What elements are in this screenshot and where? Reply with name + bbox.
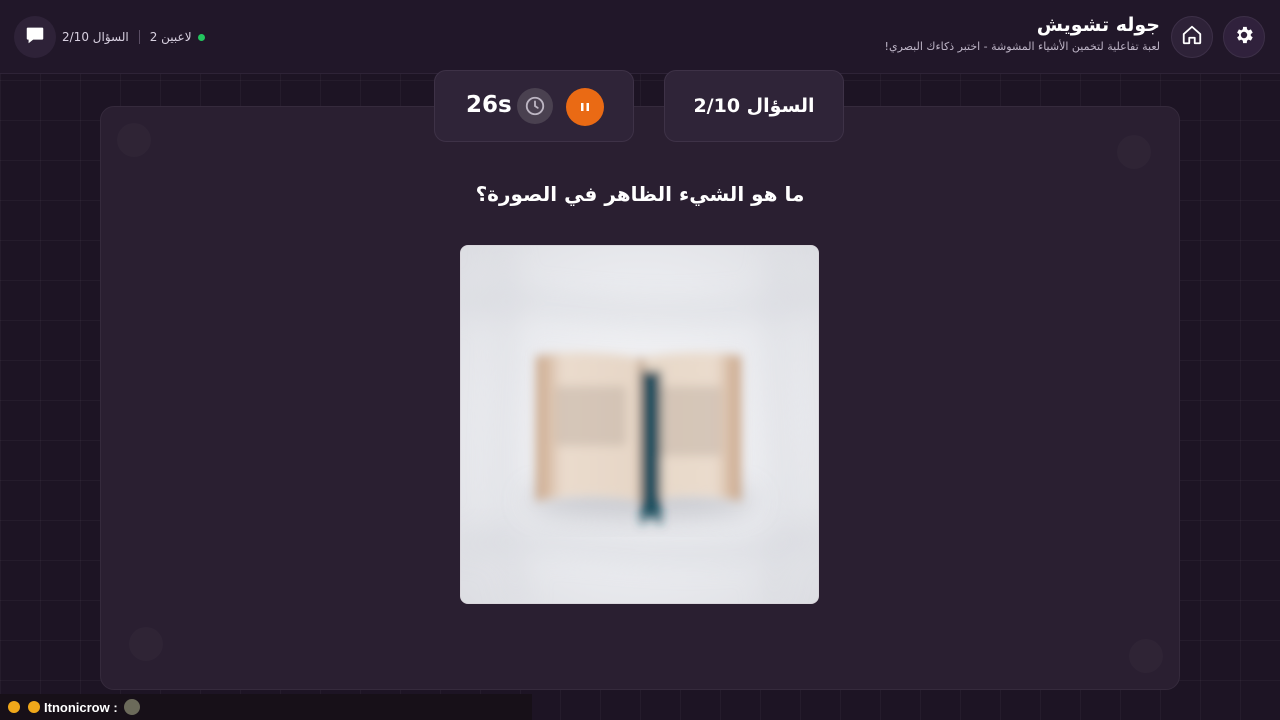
badge-icon [8, 701, 20, 713]
players-count: 2 لاعبين [149, 30, 192, 44]
status-divider [138, 30, 140, 44]
app-subtitle: لعبة تفاعلية لتخمين الأشياء المشوشة - اخ… [884, 40, 1160, 53]
question-number: السؤال 2/10 [693, 95, 815, 117]
chat-bubble-icon [24, 24, 46, 50]
app-title: جوله تشويش [1036, 14, 1160, 36]
chat-button[interactable] [14, 16, 56, 58]
chat-message: Itnonicrow : [0, 694, 532, 720]
question-text: ما هو الشيء الظاهر في الصورة؟ [475, 182, 805, 206]
decor-dot [129, 627, 163, 661]
blurred-book-image [461, 246, 818, 603]
blurred-image [460, 245, 819, 604]
pause-icon [579, 98, 591, 117]
home-button[interactable] [1171, 16, 1213, 58]
emote-icon [123, 699, 140, 715]
pause-button[interactable] [566, 88, 604, 126]
home-icon [1181, 24, 1203, 50]
game-status: السؤال 2/10 2 لاعبين [62, 28, 205, 46]
timer-value: 26s [466, 92, 512, 118]
chat-username: Itnonicrow : [44, 699, 118, 715]
timer-badge: 26s [434, 70, 634, 142]
app-title-block: جوله تشويش لعبة تفاعلية لتخمين الأشياء ا… [885, 12, 1160, 56]
settings-button[interactable] [1223, 16, 1265, 58]
decor-dot [1129, 639, 1163, 673]
gear-icon [1233, 24, 1255, 50]
decor-dot [1117, 135, 1151, 169]
coin-icon [28, 701, 40, 713]
question-badge: السؤال 2/10 [664, 70, 844, 142]
online-indicator [197, 33, 205, 41]
decor-dot [117, 123, 151, 157]
clock-icon [517, 88, 553, 124]
header-question-progress: السؤال 2/10 [62, 30, 129, 44]
top-header: جوله تشويش لعبة تفاعلية لتخمين الأشياء ا… [0, 0, 1280, 74]
